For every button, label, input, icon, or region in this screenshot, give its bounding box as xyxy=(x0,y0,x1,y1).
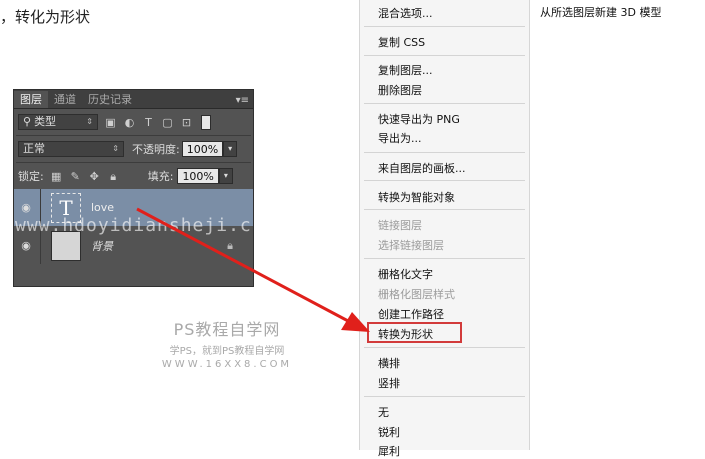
arrow-head xyxy=(341,312,370,332)
annotation-arrow xyxy=(136,207,370,332)
arrow-shaft xyxy=(136,207,351,324)
